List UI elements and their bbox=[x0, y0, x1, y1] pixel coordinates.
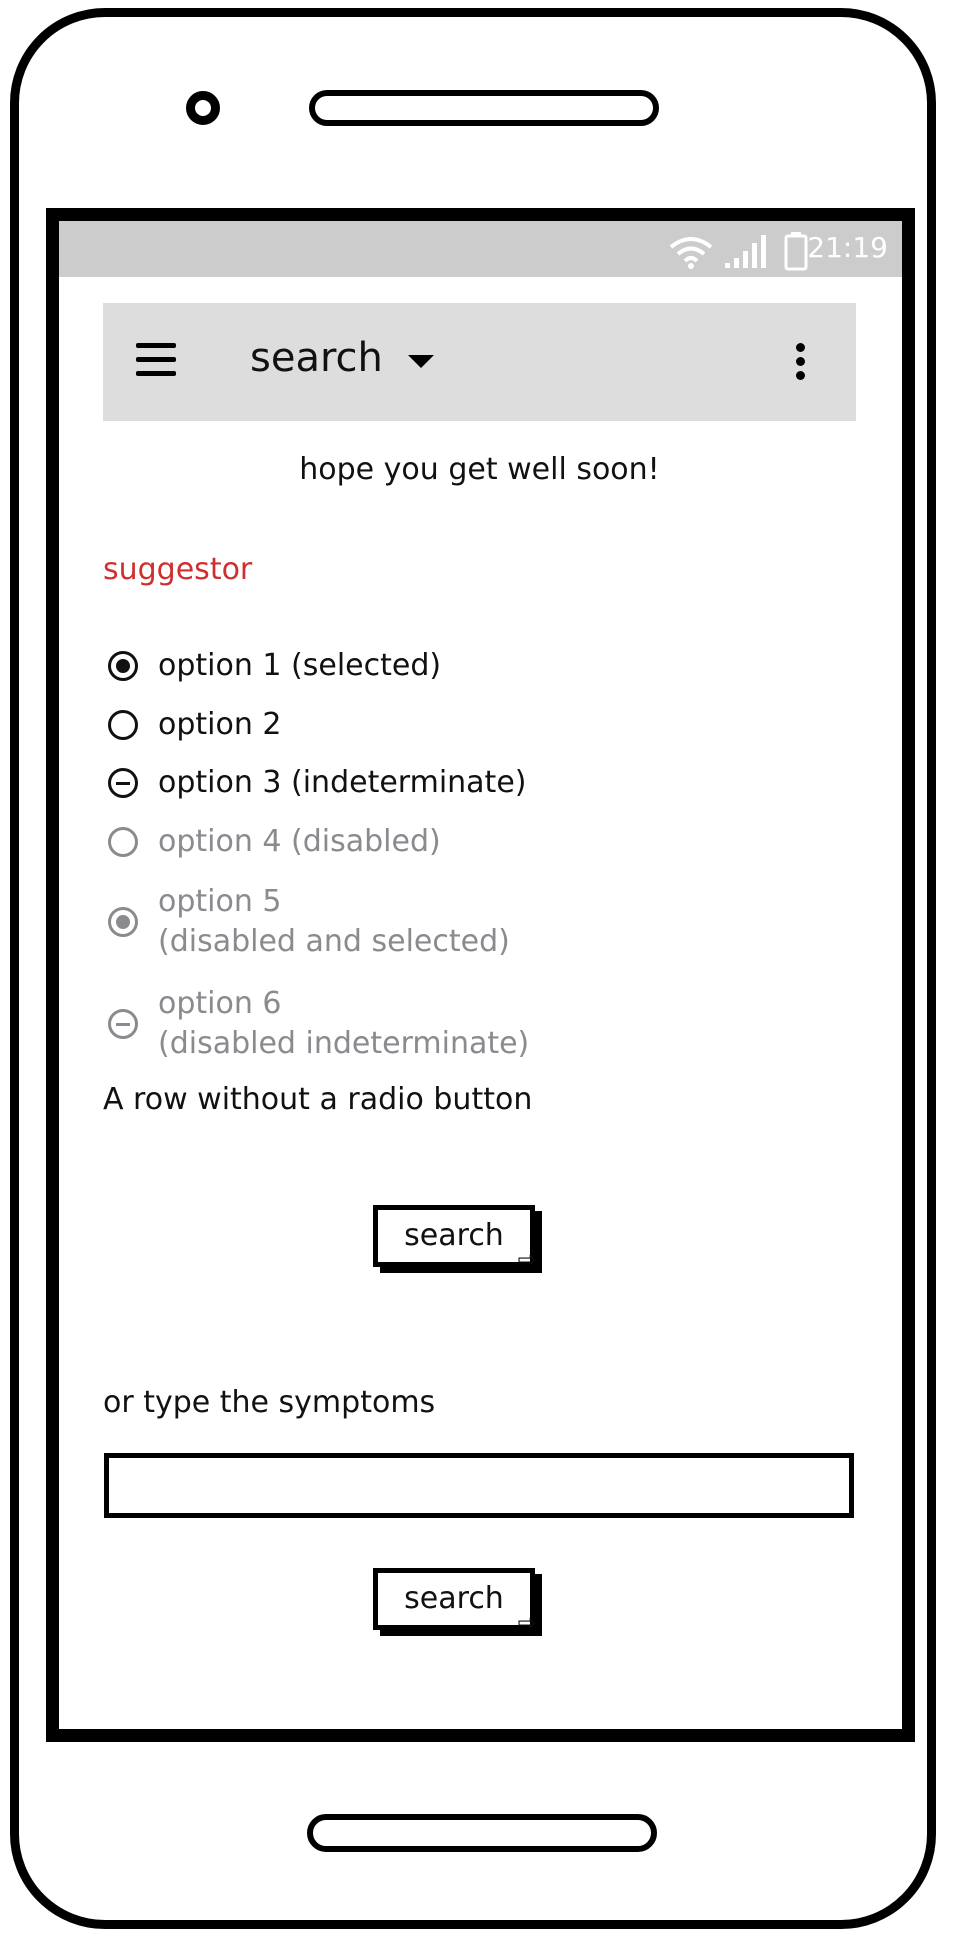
search-button[interactable]: search ⇨ bbox=[373, 1205, 536, 1272]
section-heading: suggestor bbox=[103, 552, 253, 587]
wifi-icon bbox=[669, 237, 713, 269]
radio-option-label-line1: option 6 bbox=[158, 986, 282, 1021]
battery-icon bbox=[784, 232, 808, 271]
status-bar: 21:19 bbox=[59, 221, 902, 277]
symptoms-label: or type the symptoms bbox=[103, 1385, 436, 1420]
radio-option-4: option 4 (disabled) bbox=[108, 822, 441, 862]
radio-option-label: option 3 (indeterminate) bbox=[158, 765, 527, 800]
radio-option-label-line2: (disabled and selected) bbox=[158, 924, 510, 959]
radio-unselected-icon[interactable] bbox=[108, 710, 138, 740]
search-button-label: search bbox=[404, 1581, 504, 1616]
radio-option-1[interactable]: option 1 (selected) bbox=[108, 646, 441, 686]
speaker-grille-bottom bbox=[307, 1814, 657, 1852]
radio-indeterminate-icon[interactable] bbox=[108, 768, 138, 798]
radio-disabled-icon bbox=[108, 827, 138, 857]
symptoms-input[interactable] bbox=[104, 1453, 854, 1518]
chevron-down-icon[interactable] bbox=[408, 355, 434, 368]
speaker-grille-top bbox=[309, 90, 659, 126]
radio-disabled-indeterminate-icon bbox=[108, 1009, 138, 1039]
search-button-label: search bbox=[404, 1218, 504, 1253]
app-title[interactable]: search bbox=[250, 335, 383, 381]
status-time: 21:19 bbox=[807, 231, 888, 264]
greeting-text: hope you get well soon! bbox=[299, 452, 660, 487]
radio-option-6: option 6 (disabled indeterminate) bbox=[108, 984, 529, 1064]
radio-option-label: option 1 (selected) bbox=[158, 648, 442, 683]
plain-row-text: A row without a radio button bbox=[103, 1082, 533, 1117]
radio-option-label-line1: option 5 bbox=[158, 884, 282, 919]
radio-option-label: option 4 (disabled) bbox=[158, 824, 441, 859]
radio-option-5: option 5 (disabled and selected) bbox=[108, 882, 510, 962]
overflow-menu-icon[interactable] bbox=[796, 343, 806, 385]
radio-option-2[interactable]: option 2 bbox=[108, 705, 282, 745]
search-symptoms-button[interactable]: search ⇨ bbox=[373, 1568, 536, 1635]
camera-icon bbox=[186, 91, 220, 125]
radio-option-3[interactable]: option 3 (indeterminate) bbox=[108, 763, 526, 803]
pointer-cursor-icon: ⇨ bbox=[517, 1611, 536, 1636]
radio-selected-icon[interactable] bbox=[108, 651, 138, 681]
radio-option-label-line2: (disabled indeterminate) bbox=[158, 1026, 530, 1061]
menu-icon[interactable] bbox=[136, 343, 176, 379]
radio-option-label: option 5 (disabled and selected) bbox=[158, 882, 510, 962]
signal-icon bbox=[725, 235, 766, 268]
app-bar: search bbox=[103, 303, 856, 421]
pointer-cursor-icon: ⇨ bbox=[517, 1248, 536, 1273]
radio-option-label: option 6 (disabled indeterminate) bbox=[158, 984, 529, 1064]
radio-disabled-selected-icon bbox=[108, 907, 138, 937]
radio-option-label: option 2 bbox=[158, 707, 282, 742]
